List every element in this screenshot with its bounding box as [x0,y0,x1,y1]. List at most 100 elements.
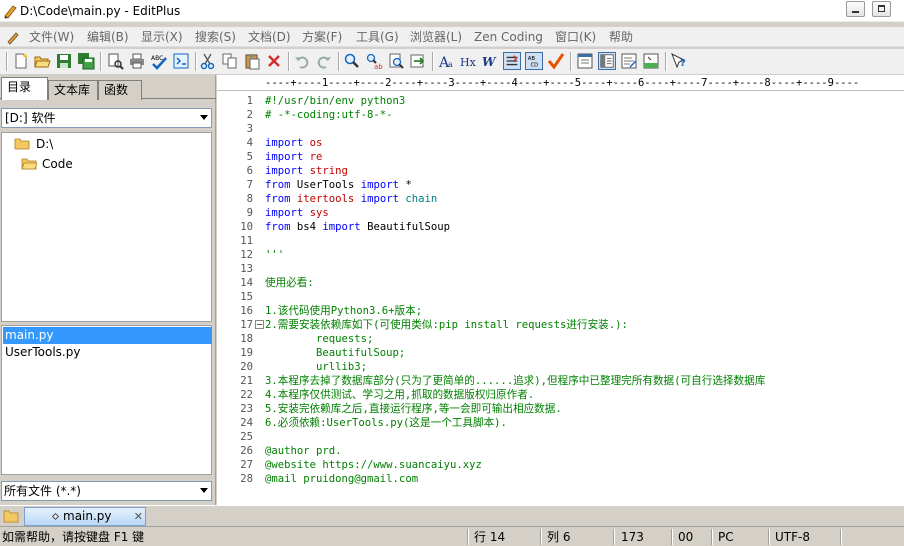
code-token: import [265,137,304,149]
code-token: 5.安装完依赖库之后,直接运行程序,等一会即可输出相应数据. [265,403,562,415]
menu-search[interactable]: 搜索(S) [195,29,236,45]
directory-window-icon[interactable] [598,52,616,70]
code-line: requests; [265,332,373,346]
status-help-text: 如需帮助，请按键盘 F1 键 [2,530,145,544]
output-window-icon[interactable] [642,52,660,70]
spell-check-icon[interactable]: ABC [150,52,168,70]
folder-icon [3,510,19,523]
save-icon[interactable] [55,52,73,70]
code-token: 使用必看: [265,277,314,289]
maximize-button[interactable] [872,1,891,17]
code-token: 1.该代码使用Python3.6+版本; [265,305,423,317]
close-icon[interactable]: ✕ [134,508,143,525]
save-all-icon[interactable] [77,52,95,70]
menu-browser[interactable]: 浏览器(L) [410,29,462,45]
browser-view-icon[interactable] [172,52,190,70]
redo-icon[interactable] [315,52,333,70]
print-icon[interactable] [128,52,146,70]
menu-zen-coding[interactable]: Zen Coding [474,29,543,45]
line-number: 22 [240,389,253,401]
word-wrap-icon[interactable]: W [482,52,500,70]
code-area[interactable]: #!/usr/bin/env python3 # -*-coding:utf-8-… [265,92,904,505]
code-token: urllib3; [265,361,368,373]
minimize-button[interactable] [846,1,865,17]
cliptext-icon[interactable] [620,52,638,70]
print-preview-icon[interactable] [106,52,124,70]
ruler-text: ----+----1----+----2----+----3----+----4… [265,77,860,89]
status-eol: PC [718,530,734,544]
line-number: 24 [240,417,253,429]
menu-edit[interactable]: 编辑(B) [87,29,129,45]
code-token: import [265,207,304,219]
code-token: re [309,151,323,163]
code-line: import sys [265,206,329,220]
line-number: 20 [240,361,253,373]
restore-icon [878,5,885,12]
new-file-icon[interactable] [12,52,30,70]
checkmark-icon[interactable] [547,52,565,70]
menu-document[interactable]: 文档(D) [248,29,291,45]
chevron-down-icon [200,488,208,493]
tree-item-code[interactable]: Code [21,155,211,173]
delete-icon[interactable] [265,52,283,70]
line-number: 15 [240,291,253,303]
code-token: import [265,151,304,163]
undo-icon[interactable] [293,52,311,70]
code-line: @author prd. [265,444,342,458]
code-token: #!/usr/bin/env python3 [265,95,406,107]
paste-icon[interactable] [243,52,261,70]
tab-directory[interactable]: 目录 [1,77,48,100]
line-number-icon[interactable] [503,52,521,70]
code-line: from UserTools import * [265,178,412,192]
svg-text:AB: AB [528,56,536,62]
menu-tools[interactable]: 工具(G) [356,29,399,45]
find-in-files-icon[interactable] [387,52,405,70]
code-line: 使用必看: [265,276,314,290]
menu-view[interactable]: 显示(X) [141,29,183,45]
code-line: # -*-coding:utf-8-*- [265,108,393,122]
help-icon[interactable]: ? [670,52,688,70]
code-token: import [322,221,361,233]
line-number: 25 [240,431,253,443]
cut-icon[interactable] [199,52,217,70]
code-token: import [265,165,304,177]
menu-project[interactable]: 方案(F) [302,29,342,45]
tree-item-drive[interactable]: D:\ [14,135,204,153]
tree-item-label: Code [42,157,73,171]
file-item-usertools-py[interactable]: UserTools.py [3,344,212,361]
file-filter-select[interactable]: 所有文件 (*.*) [1,481,212,501]
chevron-down-icon [200,115,208,120]
doctab-main-py[interactable]: main.py ✕ [24,507,146,526]
code-line: import os [265,136,322,150]
code-token: import [360,193,399,205]
hx-icon[interactable]: Hx [460,52,478,70]
drive-select[interactable]: [D:] 软件 [1,108,212,128]
folder-open-icon [21,158,37,170]
copy-icon[interactable] [221,52,239,70]
menu-help[interactable]: 帮助 [609,29,633,45]
tab-functions[interactable]: 函数 [98,80,142,100]
tab-cliptext[interactable]: 文本库 [48,80,98,100]
font-icon[interactable]: Aa [438,52,456,70]
file-item-main-py[interactable]: main.py [3,327,212,344]
code-line: ''' [265,248,284,262]
file-list: main.py UserTools.py [1,325,212,475]
status-char-count: 173 [621,530,644,544]
open-icon[interactable] [33,52,51,70]
code-token: BeautifulSoup [360,221,450,233]
ruler-icon[interactable]: ABCD [525,52,543,70]
code-line: BeautifulSoup; [265,346,405,360]
line-number: 13 [240,263,253,275]
replace-icon[interactable]: ab [365,52,383,70]
goto-icon[interactable] [409,52,427,70]
menu-window[interactable]: 窗口(K) [555,29,596,45]
status-separator [840,529,841,545]
code-editor[interactable]: ----+----1----+----2----+----3----+----4… [217,75,904,505]
code-line: 6.必须依赖:UserTools.py(这是一个工具脚本). [265,416,507,430]
find-icon[interactable] [343,52,361,70]
fold-toggle-icon[interactable]: − [255,320,264,329]
svg-text:CD: CD [530,62,538,68]
fullscreen-icon[interactable] [576,52,594,70]
code-token: bs4 [290,221,323,233]
menu-file[interactable]: 文件(W) [29,29,74,45]
